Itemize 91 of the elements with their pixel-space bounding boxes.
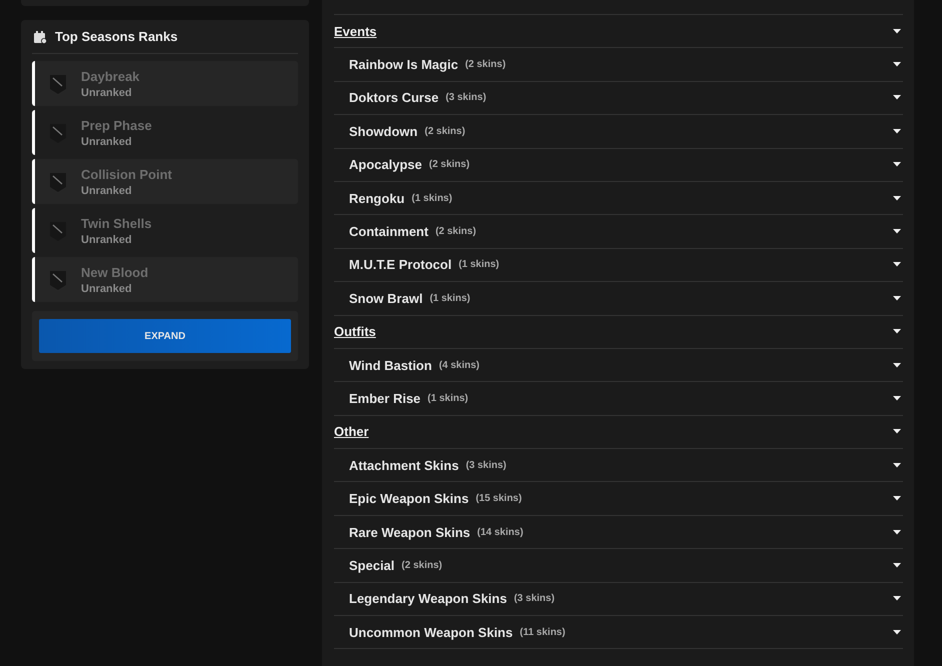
calendar-icon [33,30,47,44]
category-link[interactable]: Events [334,24,377,39]
caret-icon [893,28,901,34]
skin-count: (3 skins) [466,460,506,471]
caret-icon [893,162,901,168]
skin-count: (3 skins) [446,92,486,104]
collection-name: Uncommon Weapon Skins [349,624,513,640]
skin-count: (1 skins) [412,192,452,204]
skin-count: (1 skins) [430,292,470,304]
season-name: Prep Phase [81,118,152,132]
rank-label: Unranked [81,86,133,98]
rank-label: Unranked [81,184,133,196]
skin-list-row[interactable]: Showdown (2 skins) [334,115,903,149]
caret-icon [893,530,901,535]
collection-name: Containment [349,224,428,240]
collection-name: Showdown [349,124,418,139]
collection-name: Rainbow Is Magic [349,57,458,72]
collection-name: M.U.T.E Protocol [349,257,452,272]
skin-count: (2 skins) [435,226,476,238]
caret-icon [893,229,901,234]
skin-count: (2 skins) [424,126,466,137]
season-name: Daybreak [81,68,140,84]
skin-list-row[interactable]: Rare Weapon Skins (14 skins) [334,516,903,550]
skin-list-row[interactable]: Attachment Skins (3 skins) [334,449,903,482]
skin-list-row[interactable]: Legendary Weapon Skins (3 skins) [334,582,903,616]
skin-count: (14 skins) [477,526,524,538]
skin-list-row[interactable]: Rengoku (1 skins) [334,182,903,216]
collection-name: Special [349,558,395,573]
skin-list-row[interactable]: Wind Bastion (4 skins) [334,348,903,382]
collection-name: Attachment Skins [349,458,459,473]
caret-icon [893,196,901,201]
caret-icon [893,496,901,502]
skin-list-row[interactable]: Epic Weapon Skins (15 skins) [334,482,903,516]
caret-icon [893,128,901,134]
caret-icon [893,630,901,635]
collection-name: Wind Bastion [349,358,432,373]
collection-name: Legendary Weapon Skins [349,591,507,606]
caret-icon [893,362,901,368]
skin-count: (1 skins) [428,392,468,404]
season-name: New Blood [81,264,148,280]
caret-icon [893,95,901,100]
caret-icon [893,562,901,568]
collection-name: Apocalypse [349,157,422,172]
collection-name: Snow Brawl [349,290,423,306]
rank-label: Unranked [81,234,133,246]
collection-name: Epic Weapon Skins [349,491,469,506]
rank-badge-icon [49,220,67,242]
skin-list-row[interactable]: Uncommon Weapon Skins (11 skins) [334,616,903,650]
collection-name: Doktors Curse [349,90,439,106]
collection-name: Ember Rise [349,390,421,406]
skin-count: (11 skins) [520,626,566,638]
caret-icon [893,429,901,434]
skin-list-row[interactable]: Ember Rise (1 skins) [334,382,903,416]
skin-count: (1 skins) [458,259,500,270]
rank-label: Unranked [81,282,133,294]
caret-icon [893,462,901,468]
rank-badge-icon [49,170,67,192]
caret-icon [893,262,901,268]
category-link[interactable]: Outfits [334,324,376,340]
rank-badge-icon [49,72,67,94]
rank-label: Unranked [81,136,133,148]
category-link[interactable]: Other [334,424,369,440]
skin-list-row[interactable]: Apocalypse (2 skins) [334,148,903,182]
skin-count: (4 skins) [438,360,480,371]
skin-list-row[interactable]: Outfits [334,316,903,349]
collection-name: Rengoku [349,190,405,206]
rank-badge-icon [49,268,67,290]
skin-list-row[interactable]: Special (2 skins) [334,549,903,583]
skin-count: (2 skins) [402,560,442,571]
caret-icon [893,62,901,68]
season-name: Collision Point [81,166,172,182]
card-title: Top Seasons Ranks [55,29,178,44]
caret-icon [893,396,901,401]
skin-count: (15 skins) [476,493,522,504]
skin-list-row[interactable]: Doktors Curse (3 skins) [334,82,903,116]
skin-list-row[interactable]: Rainbow Is Magic (2 skins) [334,48,903,82]
season-name: Twin Shells [81,216,152,230]
collection-name: Rare Weapon Skins [349,524,470,540]
skin-list-row[interactable]: Containment (2 skins) [334,215,903,249]
caret-icon [893,596,901,602]
caret-icon [893,329,901,334]
rank-badge-icon [49,122,67,144]
expand-button[interactable]: EXPAND [39,319,291,353]
caret-icon [893,296,901,301]
skin-list-row[interactable]: M.U.T.E Protocol (1 skins) [334,248,903,282]
skin-count: (2 skins) [428,159,470,170]
skin-list-row[interactable]: Events [334,15,903,48]
skin-list-row[interactable]: Snow Brawl (1 skins) [334,282,903,316]
skin-list-row[interactable]: Other [334,416,903,450]
skin-count: (3 skins) [514,593,555,604]
skin-count: (2 skins) [465,59,506,70]
